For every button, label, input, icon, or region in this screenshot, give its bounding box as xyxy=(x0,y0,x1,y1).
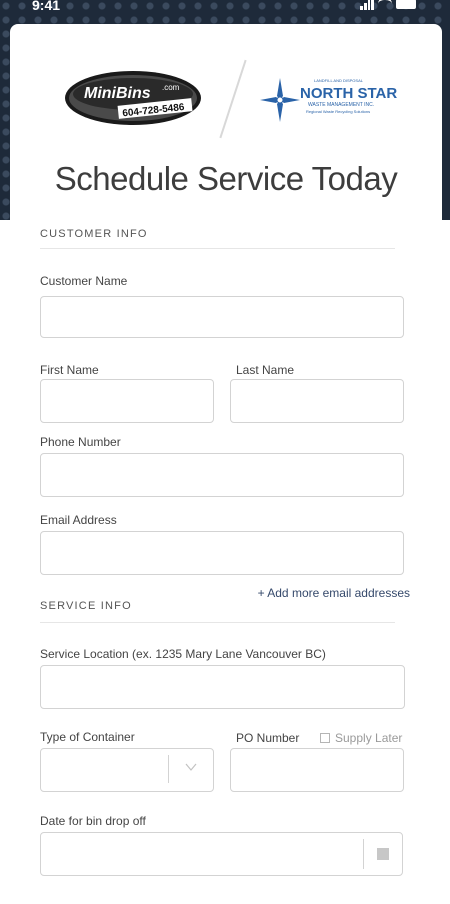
signal-icon xyxy=(360,0,374,10)
container-type-select[interactable] xyxy=(40,748,214,792)
logo-divider xyxy=(219,59,247,139)
first-name-label: First Name xyxy=(40,363,99,377)
service-location-label: Service Location (ex. 1235 Mary Lane Van… xyxy=(40,647,326,661)
email-address-input[interactable] xyxy=(40,531,404,575)
chevron-down-icon[interactable] xyxy=(168,755,213,783)
section-divider xyxy=(40,622,395,623)
minibins-text: MiniBins xyxy=(84,85,151,102)
container-type-label: Type of Container xyxy=(40,730,135,744)
status-icons xyxy=(360,0,416,10)
drop-date-input[interactable] xyxy=(40,832,403,876)
battery-icon xyxy=(396,0,416,9)
phone-number-label: Phone Number xyxy=(40,435,121,449)
section-service-info: SERVICE INFO xyxy=(40,600,132,612)
logo-row: MiniBins .com 604-728-5486 LANDFILL AND … xyxy=(10,52,442,162)
add-email-link[interactable]: + Add more email addresses xyxy=(258,586,410,600)
last-name-label: Last Name xyxy=(236,363,295,377)
northstar-name: NORTH STAR xyxy=(300,85,397,102)
customer-name-input[interactable] xyxy=(40,296,404,338)
customer-name-label: Customer Name xyxy=(40,274,128,288)
calendar-icon[interactable] xyxy=(363,839,402,869)
last-name-input[interactable] xyxy=(230,379,404,423)
northstar-sub: WASTE MANAGEMENT INC. xyxy=(308,102,374,108)
section-customer-info: CUSTOMER INFO xyxy=(40,228,148,240)
po-number-label: PO Number xyxy=(236,731,300,745)
page-title: Schedule Service Today xyxy=(54,160,398,197)
wifi-icon xyxy=(378,0,392,10)
status-time: 9:41 xyxy=(32,0,61,13)
northstar-tag: Regional Waste Recycling Solutions xyxy=(306,109,370,114)
minibins-domain: .com xyxy=(162,83,180,92)
first-name-input[interactable] xyxy=(40,379,214,423)
form-card: MiniBins .com 604-728-5486 LANDFILL AND … xyxy=(10,24,442,904)
po-number-input[interactable] xyxy=(230,748,404,792)
status-bar: 9:41 xyxy=(0,0,450,16)
northstar-top: LANDFILL AND DISPOSAL xyxy=(314,78,364,83)
supply-later-option[interactable]: Supply Later xyxy=(320,731,402,745)
minibins-logo: MiniBins .com 604-728-5486 xyxy=(65,71,201,125)
drop-date-label: Date for bin drop off xyxy=(40,814,146,828)
phone-number-input[interactable] xyxy=(40,453,404,497)
supply-later-checkbox[interactable] xyxy=(320,733,330,743)
section-divider xyxy=(40,248,395,249)
service-location-input[interactable] xyxy=(40,665,405,709)
northstar-logo: LANDFILL AND DISPOSAL NORTH STAR WASTE M… xyxy=(260,78,397,122)
email-address-label: Email Address xyxy=(40,513,117,527)
supply-later-label: Supply Later xyxy=(335,731,403,745)
